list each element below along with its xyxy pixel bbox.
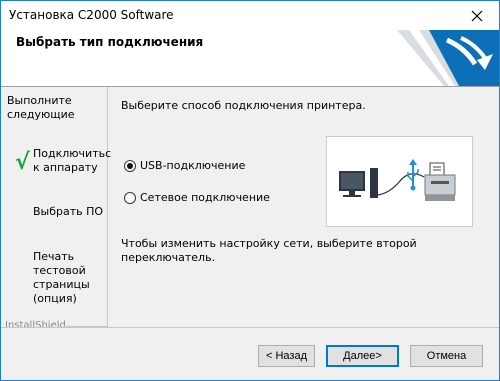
printer-icon	[424, 162, 456, 201]
window-title: Установка C2000 Software	[9, 8, 174, 22]
main-content: Выберите способ подключения принтера. US…	[108, 87, 499, 327]
computer-icon	[339, 168, 378, 198]
network-option-label: Сетевое подключение	[140, 191, 270, 204]
brand-label: InstallShield	[5, 320, 66, 331]
usb-option[interactable]: USB-подключение	[124, 159, 245, 172]
checkmark-icon: √	[15, 150, 30, 175]
sidebar-step-select-software: Выбрать ПО	[33, 205, 104, 218]
wizard-header: Выбрать тип подключения	[1, 30, 499, 87]
sidebar-heading: Выполните следующие	[7, 94, 75, 121]
close-button[interactable]	[454, 1, 499, 30]
connection-prompt: Выберите способ подключения принтера.	[121, 99, 366, 112]
usb-radio[interactable]	[124, 159, 136, 172]
close-icon	[471, 10, 482, 21]
usb-option-label: USB-подключение	[140, 159, 246, 172]
sidebar-step-test-print: Печать тестовой страницы (опция)	[33, 250, 90, 305]
footer-divider	[1, 327, 499, 328]
network-note: Чтобы изменить настройку сети, выберите …	[121, 237, 417, 264]
sidebar: Выполните следующие √ Подключитьс к аппа…	[1, 87, 112, 327]
network-radio[interactable]	[124, 191, 136, 204]
next-button[interactable]: Далее>	[326, 345, 399, 367]
connection-illustration	[326, 136, 473, 227]
sidebar-step-connect: Подключитьс к аппарату	[33, 147, 112, 174]
cancel-button[interactable]: Отмена	[410, 345, 483, 367]
back-button[interactable]: < Назад	[258, 345, 315, 367]
installer-window: Установка C2000 Software Выбрать тип под…	[0, 0, 500, 381]
page-title: Выбрать тип подключения	[16, 35, 204, 49]
network-option[interactable]: Сетевое подключение	[124, 191, 270, 204]
title-bar: Установка C2000 Software	[1, 1, 499, 30]
brand-graphic	[397, 30, 499, 86]
